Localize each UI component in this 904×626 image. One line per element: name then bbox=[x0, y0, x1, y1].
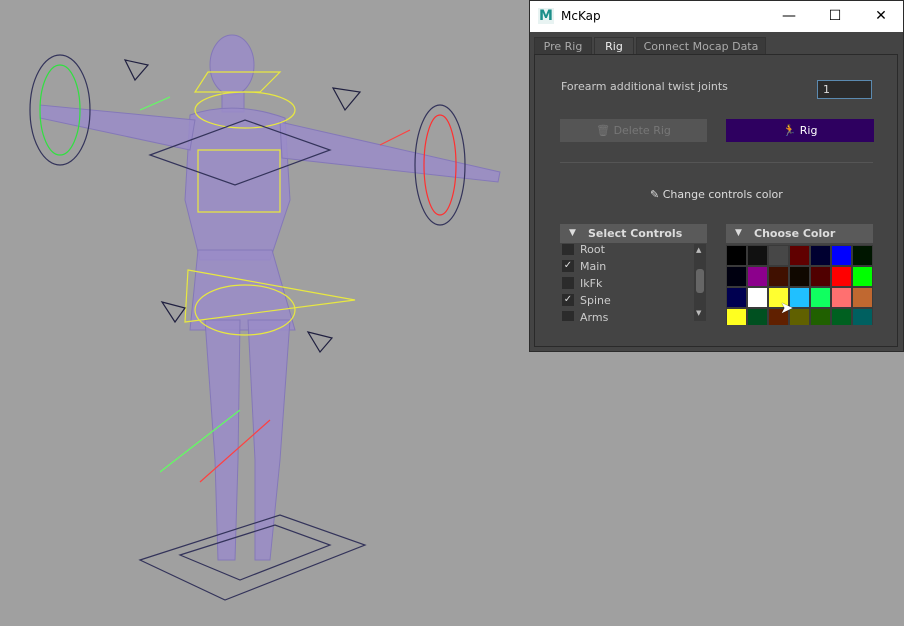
tab-connect-mocap-data[interactable]: Connect Mocap Data bbox=[636, 37, 766, 55]
title-bar[interactable]: M McKap — ☐ ✕ bbox=[530, 1, 903, 32]
color-swatch[interactable] bbox=[852, 287, 873, 308]
list-item-ikfk[interactable]: IkFk bbox=[562, 275, 602, 292]
select-controls-header[interactable]: ▼ Select Controls bbox=[560, 224, 707, 243]
tab-rig[interactable]: Rig bbox=[594, 37, 634, 55]
maximize-button[interactable]: ☐ bbox=[812, 1, 858, 32]
character-mesh bbox=[39, 34, 501, 561]
separator bbox=[560, 162, 873, 163]
trash-icon: 🗑 bbox=[596, 124, 614, 137]
color-swatch[interactable] bbox=[810, 266, 831, 287]
collapse-triangle-icon: ▼ bbox=[735, 228, 742, 238]
scrollbar-thumb[interactable] bbox=[696, 269, 704, 293]
choose-color-header[interactable]: ▼ Choose Color bbox=[726, 224, 873, 243]
tab-pre-rig[interactable]: Pre Rig bbox=[534, 37, 592, 55]
color-swatch[interactable] bbox=[726, 245, 747, 266]
color-swatch[interactable] bbox=[831, 308, 852, 325]
color-swatch[interactable] bbox=[852, 308, 873, 325]
color-picker-icon: ✎ bbox=[650, 188, 663, 201]
window-title: McKap bbox=[561, 9, 601, 23]
color-swatch[interactable] bbox=[747, 287, 768, 308]
checkbox[interactable] bbox=[562, 277, 574, 289]
twist-joints-label: Forearm additional twist joints bbox=[561, 80, 728, 93]
list-item-main[interactable]: ✓ Main bbox=[562, 258, 606, 275]
color-swatch[interactable] bbox=[747, 308, 768, 325]
color-swatch[interactable] bbox=[789, 266, 810, 287]
checkbox-checked[interactable]: ✓ bbox=[562, 294, 574, 306]
scroll-down-arrow-icon[interactable]: ▼ bbox=[696, 309, 701, 317]
twist-joints-input[interactable]: 1 bbox=[817, 80, 872, 99]
color-swatch[interactable] bbox=[810, 308, 831, 325]
minimize-button[interactable]: — bbox=[766, 1, 812, 32]
color-swatch[interactable] bbox=[726, 287, 747, 308]
color-swatch[interactable] bbox=[747, 266, 768, 287]
change-controls-color-button[interactable]: ✎ Change controls color bbox=[650, 188, 783, 201]
checkbox-checked[interactable]: ✓ bbox=[562, 260, 574, 272]
color-swatch[interactable] bbox=[768, 266, 789, 287]
color-swatch[interactable] bbox=[768, 245, 789, 266]
color-swatch[interactable] bbox=[810, 245, 831, 266]
list-scrollbar[interactable]: ▲ ▼ bbox=[694, 244, 706, 321]
color-swatch[interactable] bbox=[726, 308, 747, 325]
checkbox[interactable] bbox=[562, 244, 574, 255]
scroll-up-arrow-icon[interactable]: ▲ bbox=[696, 246, 701, 254]
list-item-root[interactable]: Root bbox=[562, 244, 605, 258]
color-swatch[interactable] bbox=[831, 245, 852, 266]
color-palette bbox=[726, 245, 873, 325]
running-figure-icon: 🏃 bbox=[782, 124, 800, 137]
color-swatch[interactable] bbox=[747, 245, 768, 266]
collapse-triangle-icon: ▼ bbox=[569, 228, 576, 238]
delete-rig-button[interactable]: 🗑 Delete Rig bbox=[560, 119, 707, 142]
color-swatch[interactable] bbox=[831, 266, 852, 287]
mouse-cursor-icon: ➤ bbox=[780, 298, 794, 317]
close-button[interactable]: ✕ bbox=[858, 1, 904, 32]
rig-button[interactable]: 🏃 Rig bbox=[726, 119, 874, 142]
checkbox[interactable] bbox=[562, 311, 574, 321]
color-swatch[interactable] bbox=[831, 287, 852, 308]
color-swatch[interactable] bbox=[726, 266, 747, 287]
list-item-arms[interactable]: Arms bbox=[562, 309, 608, 321]
maya-logo-icon: M bbox=[538, 8, 554, 24]
controls-list: Root ✓ Main IkFk ✓ Spine Arms ▲ ▼ bbox=[560, 244, 707, 321]
list-item-spine[interactable]: ✓ Spine bbox=[562, 292, 611, 309]
color-swatch[interactable] bbox=[852, 245, 873, 266]
color-swatch[interactable] bbox=[789, 245, 810, 266]
color-swatch[interactable] bbox=[852, 266, 873, 287]
mckap-window: M McKap — ☐ ✕ Pre Rig Rig Connect Mocap … bbox=[529, 0, 904, 352]
color-swatch[interactable] bbox=[810, 287, 831, 308]
